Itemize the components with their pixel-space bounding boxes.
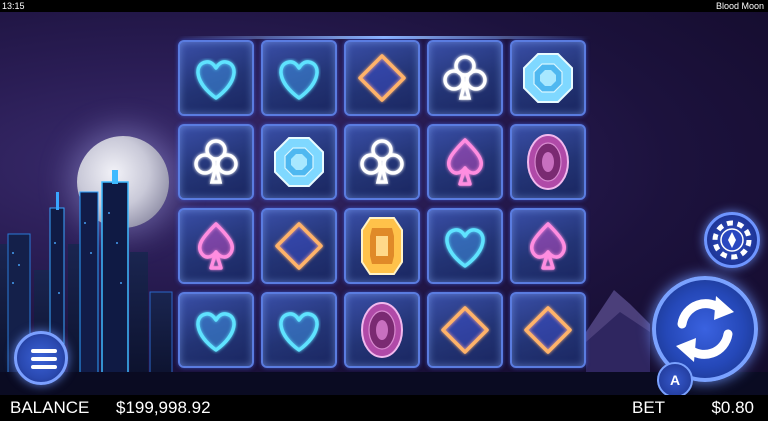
spade-icon <box>446 138 484 186</box>
reel-cell <box>178 208 254 284</box>
balance-value: $199,998.92 <box>116 398 211 417</box>
reel-cell <box>261 208 337 284</box>
club-icon <box>360 139 404 184</box>
balance-label: BALANCE <box>10 398 90 417</box>
heart-icon <box>279 312 319 352</box>
diamond-icon <box>275 222 323 270</box>
blue-gem-icon <box>523 53 573 103</box>
reel-cell <box>261 292 337 368</box>
reel-cell <box>261 124 337 200</box>
reel-cell <box>261 40 337 116</box>
reel-frame-top <box>177 36 591 39</box>
club-icon <box>194 139 238 184</box>
game-title: Blood Moon <box>715 1 764 11</box>
reel-cell <box>178 40 254 116</box>
menu-icon-bar <box>31 357 57 361</box>
menu-icon <box>31 349 57 353</box>
footer-bar: BALANCE $199,998.92 BET $0.80 <box>0 395 768 421</box>
heart-icon <box>279 60 319 100</box>
reel-grid <box>177 40 591 383</box>
spade-icon <box>197 222 235 270</box>
menu-icon-bar <box>31 365 57 369</box>
bet-label: BET <box>632 398 666 417</box>
reel-cell <box>510 124 586 200</box>
reel-cell <box>178 124 254 200</box>
heart-icon <box>196 312 236 352</box>
bet-value: $0.80 <box>711 398 754 417</box>
status-bar: 13:15 Blood Moon <box>0 0 768 12</box>
blue-gem-icon <box>274 137 324 187</box>
reel-cell <box>510 40 586 116</box>
reel-cell <box>427 292 503 368</box>
diamond-icon <box>524 306 572 354</box>
purple-gem-icon <box>361 302 403 358</box>
diamond-icon <box>358 54 406 102</box>
menu-button[interactable] <box>14 331 68 385</box>
reel-cell <box>344 124 420 200</box>
reel-cell <box>344 292 420 368</box>
reel-cell <box>344 208 420 284</box>
reel-cell <box>510 292 586 368</box>
reel-cell <box>178 292 254 368</box>
spade-icon <box>529 222 567 270</box>
gold-gem-icon <box>361 217 403 275</box>
reel-cell <box>427 40 503 116</box>
diamond-icon <box>441 306 489 354</box>
game-scene: A <box>0 12 768 395</box>
heart-icon <box>196 60 236 100</box>
reel-cell <box>427 124 503 200</box>
reel-cell <box>427 208 503 284</box>
purple-gem-icon <box>527 134 569 190</box>
club-icon <box>443 55 487 100</box>
clock: 13:15 <box>2 1 25 11</box>
reel-cell <box>510 208 586 284</box>
poker-chip-icon <box>712 220 752 260</box>
autoplay-button[interactable]: A <box>657 362 693 395</box>
reel-cell <box>344 40 420 116</box>
bet-chip-button[interactable] <box>704 212 760 268</box>
heart-icon <box>445 228 485 268</box>
